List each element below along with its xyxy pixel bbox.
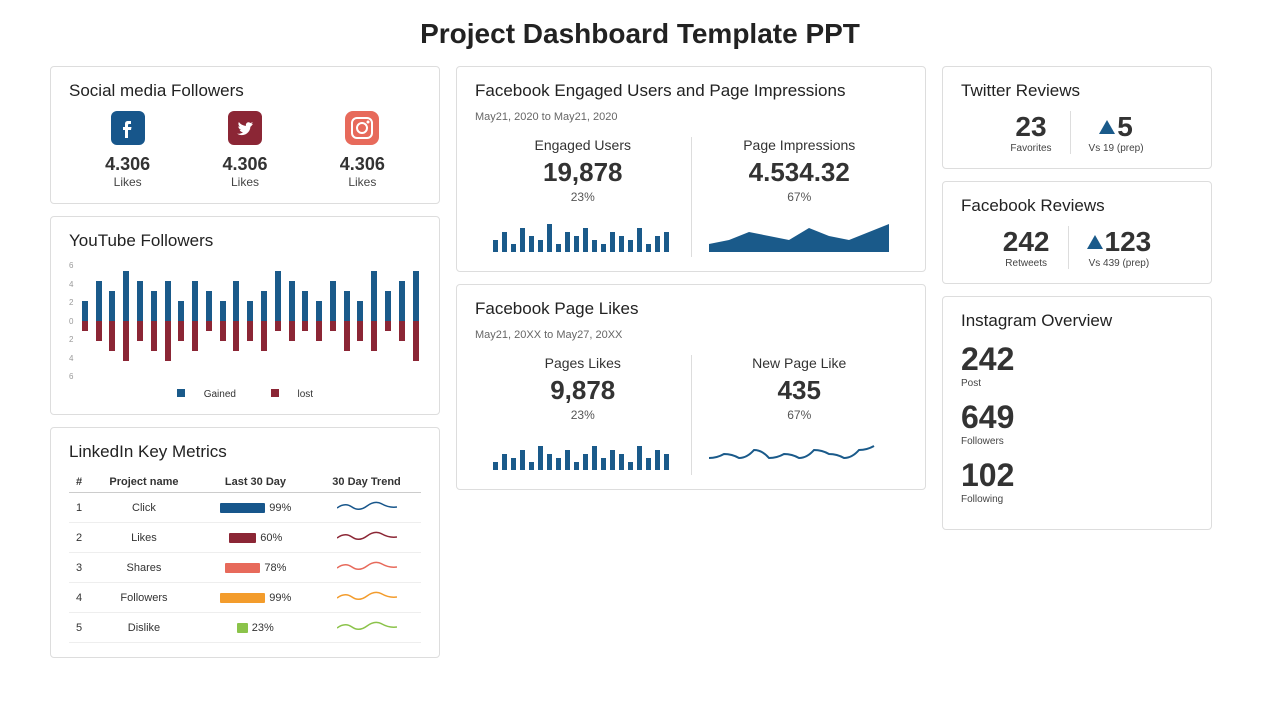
fb-delta-value: 123 — [1105, 226, 1152, 258]
fb-engaged-card: Facebook Engaged Users and Page Impressi… — [456, 66, 926, 272]
social-label: Likes — [340, 175, 385, 189]
instagram-stat-value: 242 — [961, 341, 1193, 378]
fb-engaged-title: Facebook Engaged Users and Page Impressi… — [475, 81, 907, 101]
twitter-favorites-label: Favorites — [1010, 143, 1051, 154]
twitter-reviews-card: Twitter Reviews 23 Favorites 5 Vs 19 (pr… — [942, 66, 1212, 169]
trend-spark — [337, 618, 397, 634]
social-label: Likes — [105, 175, 150, 189]
fb-likes-title: Facebook Page Likes — [475, 299, 907, 319]
table-row: 4Followers 99% — [69, 583, 421, 613]
fb-likes-range: May21, 20XX to May27, 20XX — [475, 329, 907, 341]
up-triangle-icon — [1087, 235, 1103, 249]
linkedin-table: #Project nameLast 30 Day30 Day Trend 1Cl… — [69, 472, 421, 643]
page-impressions-value: 4.534.32 — [702, 157, 898, 188]
instagram-stat-label: Followers — [961, 436, 1193, 447]
table-row: 3Shares 78% — [69, 553, 421, 583]
engaged-users-label: Engaged Users — [485, 137, 681, 153]
instagram-title: Instagram Overview — [961, 311, 1193, 331]
instagram-stat: 242 Post — [961, 341, 1193, 389]
fb-retweets-label: Retweets — [1003, 258, 1050, 269]
social-item-instagram: 4.306 Likes — [340, 111, 385, 189]
trend-spark — [337, 498, 397, 514]
engaged-users-value: 19,878 — [485, 157, 681, 188]
engaged-users-spark — [493, 212, 673, 252]
youtube-card: YouTube Followers 6420246 Gained lost — [50, 216, 440, 415]
new-page-like-pct: 67% — [702, 408, 898, 422]
pages-likes-spark — [493, 430, 673, 470]
table-header: Last 30 Day — [199, 472, 312, 493]
social-item-twitter: 4.306 Likes — [222, 111, 267, 189]
new-page-like-spark — [709, 430, 889, 470]
twitter-delta-label: Vs 19 (prep) — [1089, 143, 1144, 154]
instagram-stat: 102 Following — [961, 457, 1193, 505]
twitter-reviews-title: Twitter Reviews — [961, 81, 1193, 101]
pages-likes-pct: 23% — [485, 408, 681, 422]
engaged-users-pct: 23% — [485, 190, 681, 204]
youtube-title: YouTube Followers — [69, 231, 421, 251]
instagram-stat-value: 649 — [961, 399, 1193, 436]
table-row: 1Click 99% — [69, 493, 421, 523]
social-value: 4.306 — [222, 154, 267, 175]
table-row: 5Dislike 23% — [69, 613, 421, 643]
up-triangle-icon — [1099, 120, 1115, 134]
page-impressions-label: Page Impressions — [702, 137, 898, 153]
social-media-card: Social media Followers 4.306 Likes 4.306… — [50, 66, 440, 204]
instagram-stat-label: Following — [961, 494, 1193, 505]
linkedin-card: LinkedIn Key Metrics #Project nameLast 3… — [50, 427, 440, 658]
instagram-stat-label: Post — [961, 378, 1193, 389]
social-value: 4.306 — [340, 154, 385, 175]
youtube-chart: 6420246 — [69, 261, 421, 381]
table-row: 2Likes 60% — [69, 523, 421, 553]
fb-delta-label: Vs 439 (prep) — [1087, 258, 1152, 269]
fb-likes-card: Facebook Page Likes May21, 20XX to May27… — [456, 284, 926, 490]
social-label: Likes — [222, 175, 267, 189]
pages-likes-value: 9,878 — [485, 375, 681, 406]
facebook-icon — [111, 111, 145, 145]
new-page-like-value: 435 — [702, 375, 898, 406]
instagram-icon — [345, 111, 379, 145]
instagram-stat-value: 102 — [961, 457, 1193, 494]
trend-spark — [337, 588, 397, 604]
page-impressions-pct: 67% — [702, 190, 898, 204]
page-title: Project Dashboard Template PPT — [50, 18, 1230, 50]
trend-spark — [337, 528, 397, 544]
social-title: Social media Followers — [69, 81, 421, 101]
linkedin-title: LinkedIn Key Metrics — [69, 442, 421, 462]
page-impressions-spark — [709, 212, 889, 252]
social-item-facebook: 4.306 Likes — [105, 111, 150, 189]
twitter-favorites-value: 23 — [1010, 111, 1051, 143]
instagram-overview-card: Instagram Overview 242 Post 649 Follower… — [942, 296, 1212, 530]
table-header: Project name — [89, 472, 199, 493]
social-value: 4.306 — [105, 154, 150, 175]
table-header: # — [69, 472, 89, 493]
facebook-reviews-title: Facebook Reviews — [961, 196, 1193, 216]
fb-engaged-range: May21, 2020 to May21, 2020 — [475, 111, 907, 123]
pages-likes-label: Pages Likes — [485, 355, 681, 371]
fb-retweets-value: 242 — [1003, 226, 1050, 258]
twitter-delta-value: 5 — [1117, 111, 1133, 143]
youtube-legend: Gained lost — [69, 389, 421, 400]
trend-spark — [337, 558, 397, 574]
table-header: 30 Day Trend — [312, 472, 421, 493]
instagram-stat: 649 Followers — [961, 399, 1193, 447]
twitter-icon — [228, 111, 262, 145]
facebook-reviews-card: Facebook Reviews 242 Retweets 123 Vs 439… — [942, 181, 1212, 284]
new-page-like-label: New Page Like — [702, 355, 898, 371]
